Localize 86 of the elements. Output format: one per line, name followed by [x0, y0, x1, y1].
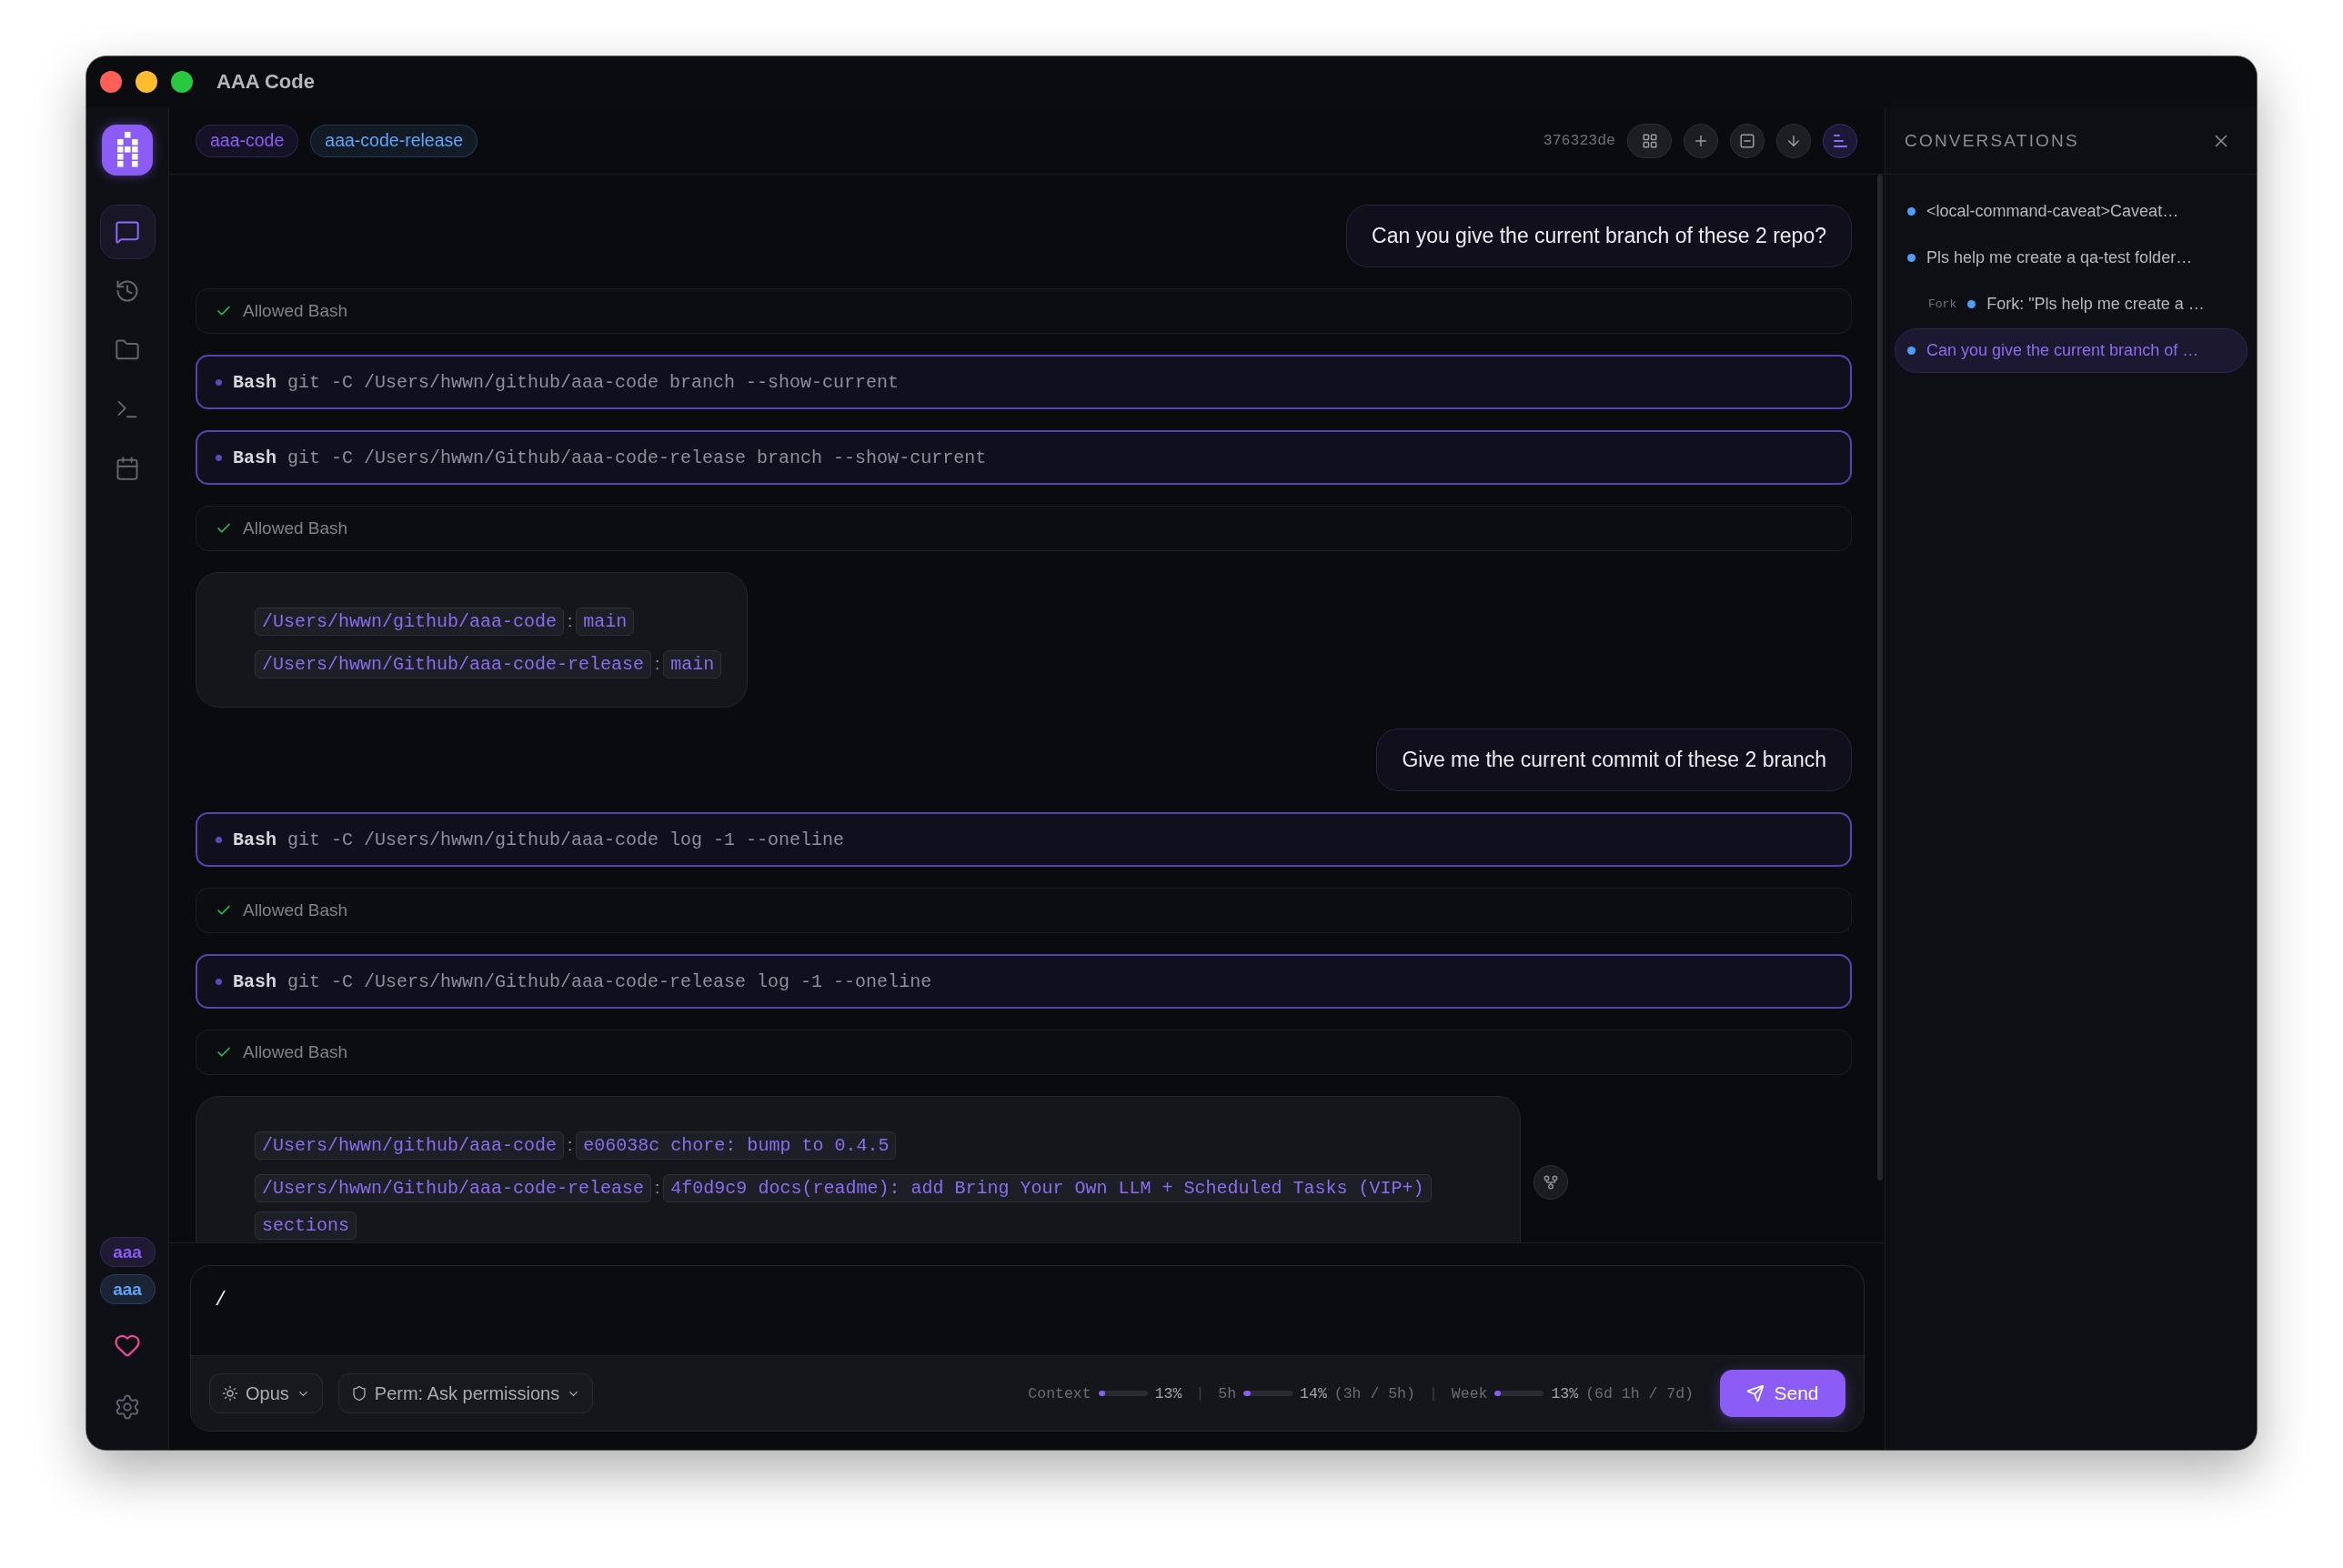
permission-text: Allowed Bash: [243, 301, 348, 321]
window-title: AAA Code: [216, 70, 315, 94]
settings-icon[interactable]: [114, 1393, 141, 1421]
repo-tag[interactable]: aaa-code: [196, 124, 299, 157]
meter-detail: (6d 1h / 7d): [1585, 1384, 1694, 1402]
meter-label: Week: [1451, 1384, 1488, 1402]
command-text: git -C /Users/hwwn/github/aaa-code branch --show-current: [287, 371, 900, 393]
collapse-button[interactable]: [1730, 123, 1765, 158]
commit-hash: 376323de: [1543, 132, 1615, 149]
workspace-badge[interactable]: aaa: [99, 1274, 156, 1304]
separator-text: :: [655, 654, 660, 673]
scrollbar-thumb[interactable]: [1877, 175, 1883, 1181]
code-path: /Users/hwwn/github/aaa-code: [255, 1131, 565, 1160]
permission-text: Allowed Bash: [243, 1042, 348, 1062]
user-message: Give me the current commit of these 2 branch: [1376, 729, 1852, 791]
minimize-window-button[interactable]: [136, 71, 157, 93]
status-dot-icon: [1967, 300, 1976, 308]
repo-tag[interactable]: aaa-code-release: [310, 124, 478, 157]
separator-text: :: [655, 1178, 660, 1197]
close-window-button[interactable]: [100, 71, 122, 93]
sidebar-nav-item[interactable]: [99, 205, 156, 259]
meter-reading: 14%: [1300, 1384, 1327, 1402]
code-value: e06038c chore: bump to 0.4.5: [576, 1131, 897, 1160]
command-text: git -C /Users/hwwn/Github/aaa-code-release log -1 --oneline: [287, 970, 932, 992]
sun-icon: [222, 1385, 238, 1402]
chat-icon: [115, 219, 140, 245]
send-icon: [1746, 1384, 1765, 1402]
bullet-icon: [216, 978, 222, 985]
add-button[interactable]: [1684, 123, 1718, 158]
separator-text: |: [1428, 1384, 1438, 1402]
tool-call-row[interactable]: Bash git -C /Users/hwwn/Github/aaa-code-release branch --show-current: [196, 430, 1852, 485]
zoom-window-button[interactable]: [171, 71, 193, 93]
fork-tag: Fork: [1928, 297, 1957, 311]
permission-text: Allowed Bash: [243, 518, 348, 538]
conversations-toggle-button[interactable]: [1823, 123, 1857, 158]
command-text: git -C /Users/hwwn/Github/aaa-code-release branch --show-current: [287, 447, 987, 468]
meter-reading: 13%: [1154, 1384, 1182, 1402]
status-dot-icon: [1907, 347, 1916, 355]
code-path: /Users/hwwn/Github/aaa-code-release: [255, 650, 652, 678]
scroll-down-button[interactable]: [1776, 123, 1811, 158]
bullet-icon: [216, 836, 222, 843]
message-input[interactable]: /: [191, 1266, 1864, 1355]
meter-label: Context: [1028, 1384, 1091, 1402]
permission-text: Allowed Bash: [243, 900, 348, 920]
tool-call-row[interactable]: Bash git -C /Users/hwwn/Github/aaa-code-release log -1 --oneline: [196, 954, 1852, 1009]
user-message: Can you give the current branch of these 2 repo?: [1346, 205, 1852, 267]
bullet-icon: [216, 454, 222, 461]
status-dot-icon: [1907, 207, 1916, 216]
conversation-item[interactable]: Can you give the current branch of …: [1895, 328, 2247, 373]
history-icon: [115, 278, 140, 304]
meter-label: 5h: [1218, 1384, 1237, 1402]
conversation-item[interactable]: Fork Fork: "Pls help me create a …: [1895, 282, 2247, 327]
permission-select[interactable]: Perm: Ask permissions: [337, 1373, 594, 1413]
code-value: main: [576, 608, 635, 636]
code-path: /Users/hwwn/github/aaa-code: [255, 608, 565, 636]
app-logo-icon[interactable]: [102, 125, 153, 176]
git-fork-icon: [1542, 1174, 1559, 1191]
conversation-item[interactable]: <local-command-caveat>Caveat…: [1895, 189, 2247, 234]
shield-icon: [350, 1385, 367, 1402]
grid-icon: [1641, 132, 1658, 149]
send-button[interactable]: Send: [1720, 1370, 1845, 1417]
separator-text: |: [1195, 1384, 1205, 1402]
tool-call-row[interactable]: Bash git -C /Users/hwwn/github/aaa-code branch --show-current: [196, 355, 1852, 409]
conversation-item[interactable]: Pls help me create a qa-test folder…: [1895, 236, 2247, 280]
command-text: git -C /Users/hwwn/github/aaa-code log -1 --oneline: [287, 829, 845, 850]
meter-detail: (3h / 5h): [1333, 1384, 1415, 1402]
workspace-badge[interactable]: aaa: [99, 1237, 156, 1267]
tool-call-row[interactable]: Bash git -C /Users/hwwn/github/aaa-code log -1 --oneline: [196, 812, 1852, 867]
minus-square-icon: [1739, 132, 1755, 149]
fork-button[interactable]: [1533, 1165, 1568, 1200]
tool-name: Bash: [233, 371, 277, 393]
status-dot-icon: [1907, 254, 1916, 262]
code-value: main: [663, 650, 722, 678]
grid-view-button[interactable]: [1627, 123, 1672, 158]
meter-reading: 13%: [1551, 1384, 1579, 1402]
tool-name: Bash: [233, 970, 277, 992]
list-icon: [1832, 133, 1848, 148]
code-path: /Users/hwwn/Github/aaa-code-release: [255, 1174, 652, 1202]
tool-name: Bash: [233, 829, 277, 850]
model-select[interactable]: Opus: [209, 1373, 323, 1413]
calendar-icon: [115, 456, 140, 481]
tool-name: Bash: [233, 447, 277, 468]
separator-text: :: [568, 1135, 573, 1154]
separator-text: :: [568, 611, 573, 630]
conversations-title: CONVERSATIONS: [1905, 130, 2079, 151]
bullet-icon: [216, 378, 222, 386]
